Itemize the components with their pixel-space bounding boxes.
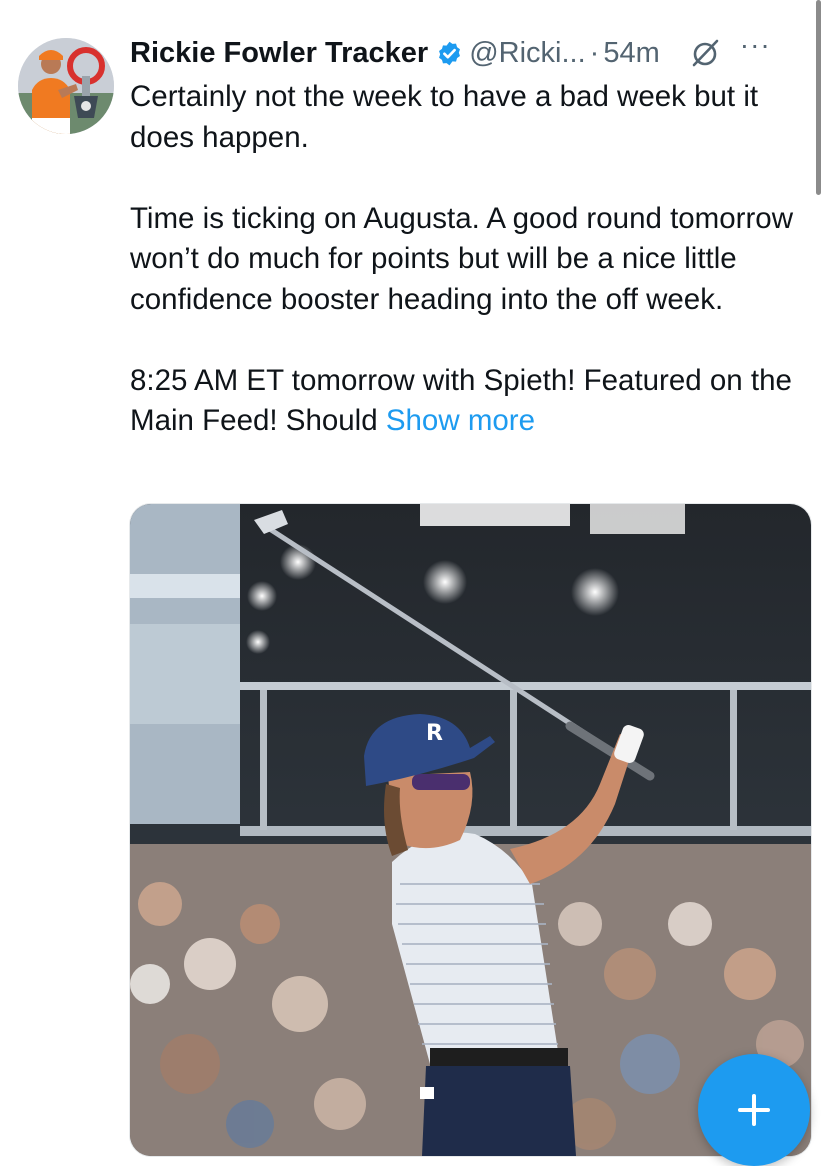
display-name[interactable]: Rickie Fowler Tracker	[130, 37, 428, 70]
verified-badge-icon	[439, 41, 461, 65]
more-icon[interactable]: ···	[740, 29, 771, 61]
tweet[interactable]: Rickie Fowler Tracker @Ricki... · 54m ··…	[0, 0, 828, 1166]
show-more-link[interactable]: Show more	[386, 404, 535, 437]
tweet-media[interactable]: R	[129, 503, 812, 1157]
tweet-paragraph-3: 8:25 AM ET tomorrow with Spieth! Feature…	[130, 361, 820, 442]
svg-text:R: R	[426, 721, 443, 746]
separator-dot: ·	[589, 36, 600, 69]
compose-button[interactable]	[698, 1054, 810, 1166]
handle[interactable]: @Ricki...	[469, 37, 585, 70]
tweet-paragraph-2: Time is ticking on Augusta. A good round…	[130, 201, 794, 316]
golfer-photo: R	[130, 504, 811, 1156]
avatar[interactable]	[18, 38, 114, 134]
tweet-paragraph-1: Certainly not the week to have a bad wee…	[130, 80, 759, 154]
tweet-header: Rickie Fowler Tracker @Ricki... · 54m ··…	[130, 29, 814, 76]
tweet-text: Certainly not the week to have a bad wee…	[130, 77, 820, 442]
timestamp[interactable]: 54m	[603, 37, 659, 70]
grok-icon[interactable]	[690, 38, 720, 68]
plus-icon	[738, 1094, 770, 1126]
avatar-image	[18, 38, 114, 134]
